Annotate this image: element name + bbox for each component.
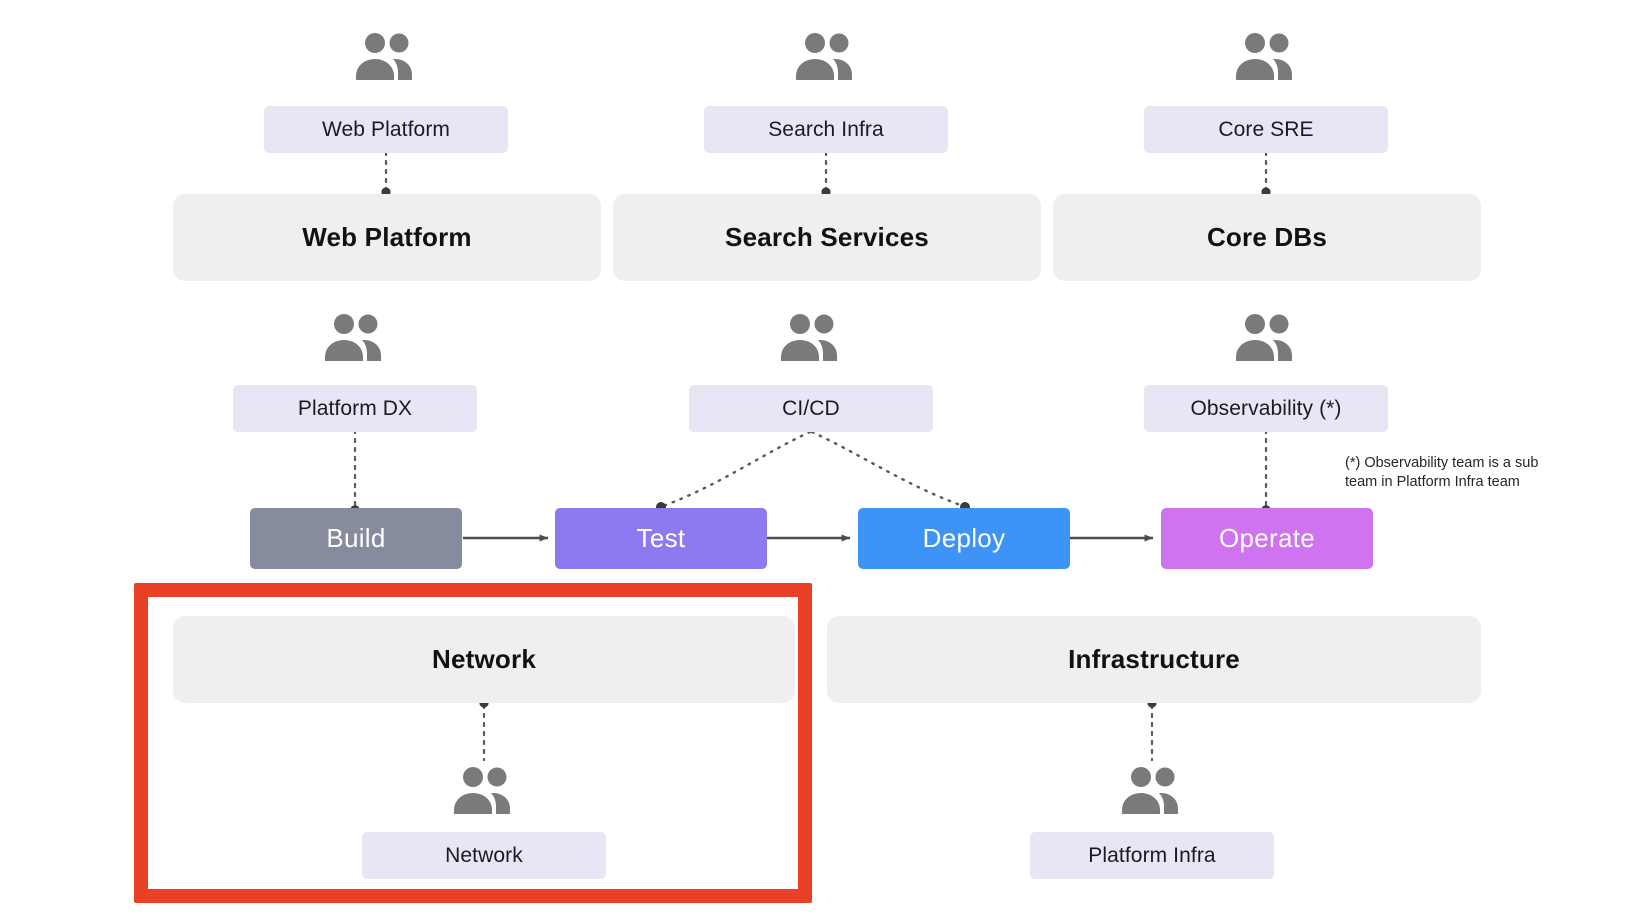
group-box-web-platform[interactable]: Web Platform bbox=[173, 194, 601, 281]
team-pill-observability[interactable]: Observability (*) bbox=[1144, 385, 1388, 432]
group-box-search-services[interactable]: Search Services bbox=[613, 194, 1041, 281]
pipeline-stage-operate[interactable]: Operate bbox=[1161, 508, 1373, 569]
team-label: Core SRE bbox=[1218, 117, 1314, 141]
team-pill-search-infra[interactable]: Search Infra bbox=[704, 106, 948, 153]
team-label: Platform Infra bbox=[1088, 843, 1216, 867]
team-label: Platform DX bbox=[297, 396, 413, 420]
team-label: Network bbox=[445, 843, 523, 867]
team-label: Search Infra bbox=[768, 117, 884, 141]
observability-footnote: (*) Observability team is a sub team in … bbox=[1345, 455, 1539, 491]
stage-label: Operate bbox=[1218, 523, 1316, 553]
people-icon bbox=[1233, 32, 1299, 80]
people-icon bbox=[322, 313, 388, 361]
team-pill-core-sre[interactable]: Core SRE bbox=[1144, 106, 1388, 153]
people-icon bbox=[778, 313, 844, 361]
pipeline-stage-test[interactable]: Test bbox=[555, 508, 767, 569]
team-pill-network[interactable]: Network bbox=[362, 832, 606, 879]
pipeline-stage-deploy[interactable]: Deploy bbox=[858, 508, 1070, 569]
diagram-canvas: Web Platform Search Infra Core SRE Web P… bbox=[0, 0, 1634, 922]
people-icon bbox=[1119, 766, 1185, 814]
group-box-infrastructure[interactable]: Infrastructure bbox=[827, 616, 1481, 703]
team-pill-platform-dx[interactable]: Platform DX bbox=[233, 385, 477, 432]
team-pill-web-platform[interactable]: Web Platform bbox=[264, 106, 508, 153]
group-box-core-dbs[interactable]: Core DBs bbox=[1053, 194, 1481, 281]
team-pill-cicd[interactable]: CI/CD bbox=[689, 385, 933, 432]
people-icon bbox=[1233, 313, 1299, 361]
team-label: Web Platform bbox=[321, 117, 451, 141]
people-icon bbox=[793, 32, 859, 80]
team-label: Observability (*) bbox=[1190, 396, 1342, 420]
people-icon bbox=[451, 766, 517, 814]
group-label: Network bbox=[432, 644, 536, 674]
people-icon bbox=[353, 32, 419, 80]
team-pill-platform-infra[interactable]: Platform Infra bbox=[1030, 832, 1274, 879]
pipeline-stage-build[interactable]: Build bbox=[250, 508, 462, 569]
group-box-network[interactable]: Network bbox=[173, 616, 795, 703]
stage-label: Deploy bbox=[922, 523, 1006, 553]
stage-label: Build bbox=[326, 523, 386, 553]
group-label: Search Services bbox=[725, 222, 929, 252]
group-label: Infrastructure bbox=[1068, 644, 1240, 674]
stage-label: Test bbox=[636, 523, 686, 553]
group-label: Core DBs bbox=[1206, 222, 1328, 252]
team-label: CI/CD bbox=[782, 396, 840, 420]
group-label: Web Platform bbox=[302, 222, 472, 252]
